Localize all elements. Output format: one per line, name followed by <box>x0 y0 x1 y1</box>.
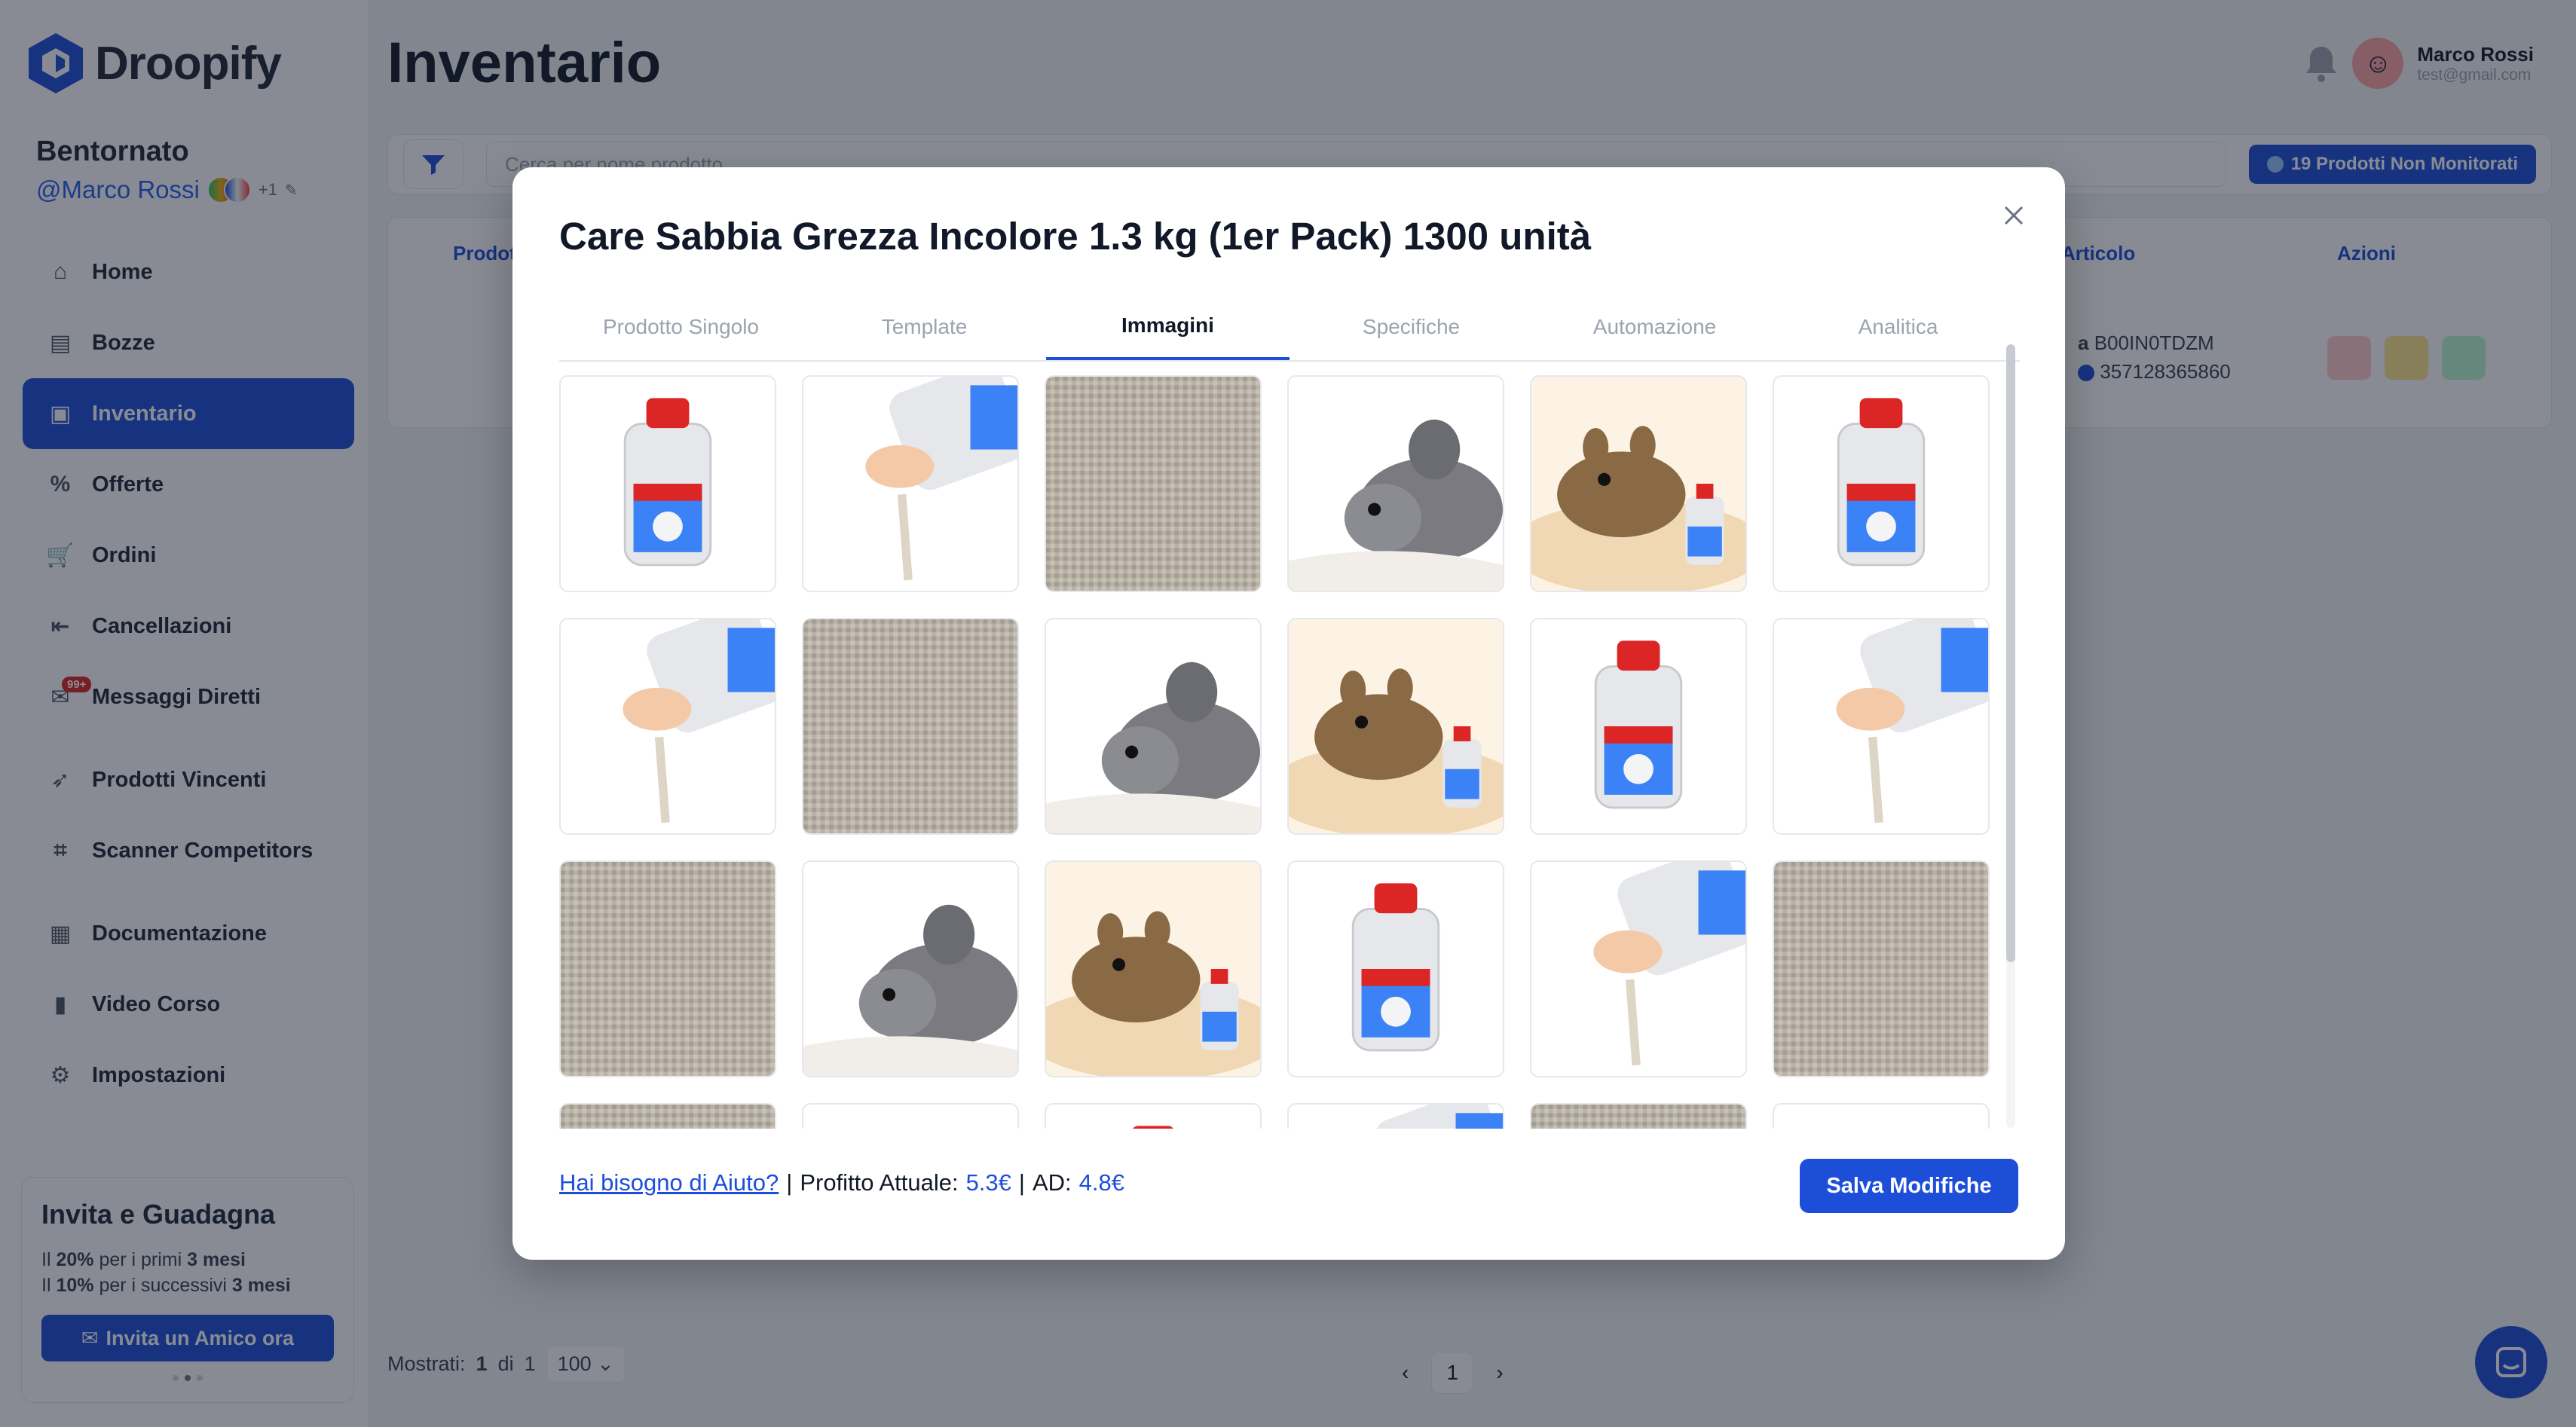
product-image-sand[interactable] <box>1773 860 1990 1077</box>
product-image-sand[interactable] <box>559 1103 776 1129</box>
product-image-hand-pour[interactable] <box>802 375 1019 592</box>
product-image-bottle[interactable] <box>559 375 776 592</box>
gallery-scrollbar[interactable] <box>2006 344 2015 1128</box>
product-image-hand-pour[interactable] <box>559 618 776 835</box>
separator: | <box>1018 1169 1025 1196</box>
product-image-hand-pour[interactable] <box>1773 618 1990 835</box>
product-image-hand-pour[interactable] <box>1530 860 1747 1077</box>
product-image-sand[interactable] <box>1530 1103 1747 1129</box>
profit-value: 5.3€ <box>965 1169 1011 1196</box>
product-image-bottle[interactable] <box>1045 1103 1262 1129</box>
profit-label: Profitto Attuale: <box>800 1169 959 1196</box>
tab-template[interactable]: Template <box>803 294 1046 360</box>
modal-footer: Hai bisogno di Aiuto? | Profitto Attuale… <box>559 1169 1124 1196</box>
product-image-chinchilla[interactable] <box>802 860 1019 1077</box>
product-image-sand[interactable] <box>1045 375 1262 592</box>
tab-specifiche[interactable]: Specifiche <box>1290 294 1533 360</box>
separator: | <box>786 1169 793 1196</box>
product-image-bottle[interactable] <box>1287 860 1504 1077</box>
ad-value: 4.8€ <box>1078 1169 1124 1196</box>
tab-automazione[interactable]: Automazione <box>1533 294 1776 360</box>
product-image-chinchilla[interactable] <box>1287 375 1504 592</box>
product-image-bottle[interactable] <box>1530 618 1747 835</box>
image-gallery <box>559 375 1991 1129</box>
ad-label: AD: <box>1032 1169 1072 1196</box>
product-image-sand[interactable] <box>802 618 1019 835</box>
tab-analitica[interactable]: Analitica <box>1776 294 2020 360</box>
modal-tabs: Prodotto Singolo Template Immagini Specific… <box>559 294 2020 362</box>
tab-immagini[interactable]: Immagini <box>1046 294 1290 360</box>
product-modal: Care Sabbia Grezza Incolore 1.3 kg (1er … <box>512 167 2065 1260</box>
product-image-chinchilla[interactable] <box>1045 618 1262 835</box>
product-image-degu[interactable] <box>1045 860 1262 1077</box>
product-image-sand[interactable] <box>559 860 776 1077</box>
product-image-degu[interactable] <box>1287 618 1504 835</box>
tab-prodotto-singolo[interactable]: Prodotto Singolo <box>559 294 803 360</box>
product-image-hand-pour[interactable] <box>1287 1103 1504 1129</box>
product-image-bottle[interactable] <box>1773 375 1990 592</box>
product-image-chinchilla[interactable] <box>1773 1103 1990 1129</box>
product-image-degu[interactable] <box>1530 375 1747 592</box>
save-changes-button[interactable]: Salva Modifiche <box>1800 1159 2018 1213</box>
modal-title: Care Sabbia Grezza Incolore 1.3 kg (1er … <box>559 215 1592 258</box>
help-link[interactable]: Hai bisogno di Aiuto? <box>559 1169 779 1196</box>
close-icon[interactable] <box>1993 194 2035 237</box>
product-image-chinchilla[interactable] <box>802 1103 1019 1129</box>
